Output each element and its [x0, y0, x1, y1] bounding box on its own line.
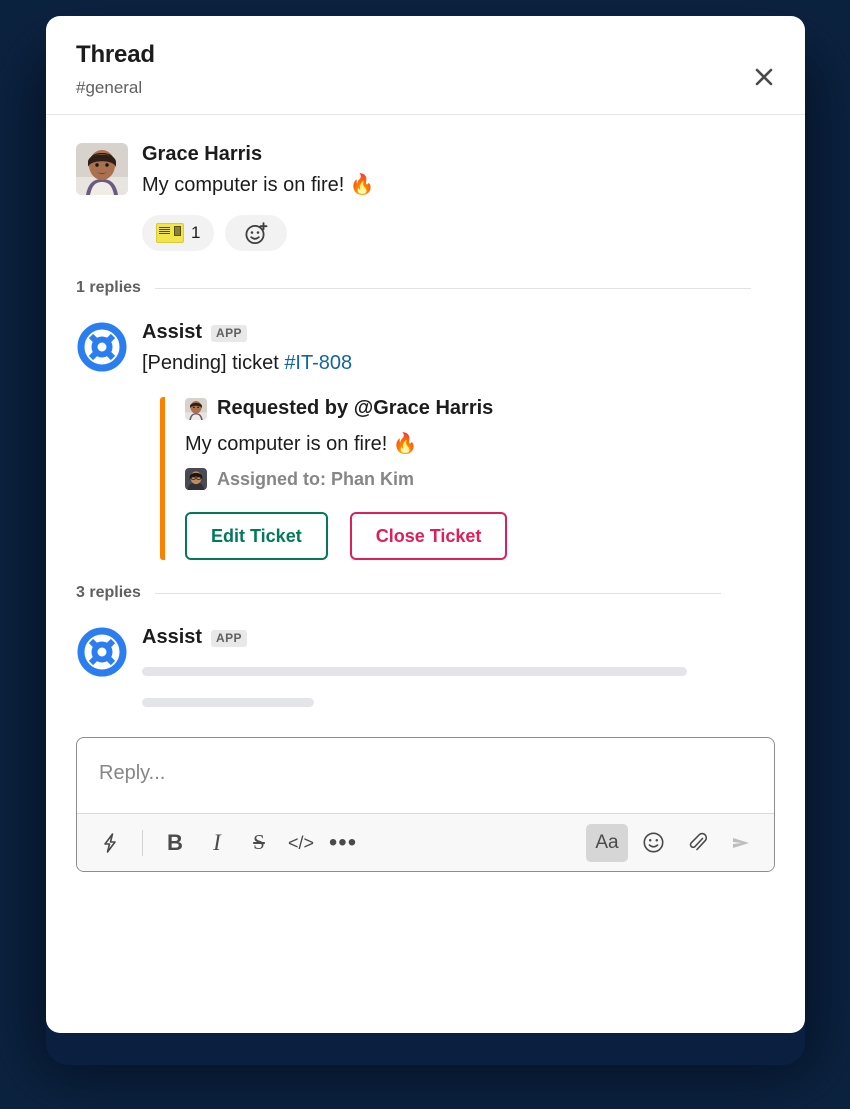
- replies-count-label: 3 replies: [76, 584, 141, 602]
- reply-composer: B I S </> ••• Aa: [76, 737, 775, 873]
- attachment-body-text: My computer is on fire! 🔥: [185, 433, 418, 456]
- thread-panel: Thread #general Grace Harris My computer…: [46, 16, 805, 1033]
- root-message: Grace Harris My computer is on fire! 🔥 1: [76, 143, 775, 252]
- ticket-status-text: [Pending] ticket: [142, 352, 285, 375]
- assist-bot-lifering-icon: [76, 321, 128, 373]
- author-name: Assist: [142, 626, 203, 649]
- message-text: [Pending] ticket #IT-808: [142, 350, 775, 377]
- message-text: My computer is on fire! 🔥: [142, 174, 375, 197]
- replies-divider-2: 3 replies: [76, 584, 775, 602]
- divider-line: [154, 592, 721, 594]
- add-reaction-button[interactable]: [225, 215, 288, 252]
- formatting-aa-icon[interactable]: Aa: [586, 823, 628, 862]
- app-badge: APP: [211, 630, 247, 648]
- italic-icon[interactable]: I: [198, 824, 236, 862]
- reply-input[interactable]: [77, 738, 774, 814]
- author-name: Assist: [142, 321, 203, 344]
- author-name: Grace Harris: [142, 143, 263, 166]
- attachment-assigned-to-text: Assigned to: Phan Kim: [217, 468, 415, 489]
- close-icon[interactable]: [749, 62, 779, 92]
- replies-divider-1: 1 replies: [76, 279, 775, 297]
- thread-header: Thread #general: [46, 16, 805, 116]
- ticket-emoji: [156, 223, 184, 244]
- channel-name: #general: [76, 78, 143, 98]
- ticket-attachment: Requested by @Grace Harris My computer i…: [160, 397, 775, 561]
- reply-message-2: Assist APP: [76, 626, 775, 708]
- message-author: Grace Harris: [142, 143, 775, 166]
- emoji-icon[interactable]: [634, 824, 672, 862]
- grace-harris-avatar: [76, 143, 128, 196]
- shortcuts-lightning-icon[interactable]: [91, 824, 129, 862]
- more-formatting-icon[interactable]: •••: [324, 824, 362, 862]
- app-badge: APP: [211, 325, 247, 343]
- skeleton-bar: [142, 698, 314, 708]
- composer-toolbar: B I S </> ••• Aa: [77, 813, 774, 872]
- page-title: Thread: [76, 41, 155, 68]
- divider-line: [154, 287, 751, 289]
- reaction-count: 1: [191, 223, 201, 243]
- reaction-bar: 1: [142, 215, 775, 252]
- message-author: Assist APP: [142, 626, 775, 649]
- message-author: Assist APP: [142, 321, 775, 344]
- loading-skeleton: [142, 667, 775, 708]
- attachment-assigned-to: Assigned to: Phan Kim: [185, 468, 775, 491]
- code-icon[interactable]: </>: [282, 824, 320, 862]
- grace-harris-avatar-small: [185, 397, 207, 420]
- strikethrough-icon[interactable]: S: [240, 824, 278, 862]
- send-icon[interactable]: [722, 824, 760, 862]
- attachment-requested-by-text: Requested by @Grace Harris: [217, 397, 494, 420]
- bold-icon[interactable]: B: [156, 824, 194, 862]
- skeleton-bar: [142, 667, 687, 677]
- ticket-link[interactable]: #IT-808: [284, 352, 352, 374]
- reply-message-1: Assist APP [Pending] ticket #IT-808 Requ…: [76, 321, 775, 561]
- attachment-icon[interactable]: [678, 824, 716, 862]
- toolbar-divider: [142, 829, 143, 856]
- close-ticket-button[interactable]: Close Ticket: [349, 512, 508, 561]
- attachment-actions: Edit Ticket Close Ticket: [185, 512, 775, 561]
- reaction-ticket[interactable]: 1: [142, 215, 215, 252]
- assist-bot-lifering-icon: [76, 626, 128, 678]
- edit-ticket-button[interactable]: Edit Ticket: [185, 512, 328, 561]
- attachment-requested-by: Requested by @Grace Harris: [185, 397, 775, 420]
- phan-kim-avatar-small: [185, 468, 207, 491]
- replies-count-label: 1 replies: [76, 279, 141, 297]
